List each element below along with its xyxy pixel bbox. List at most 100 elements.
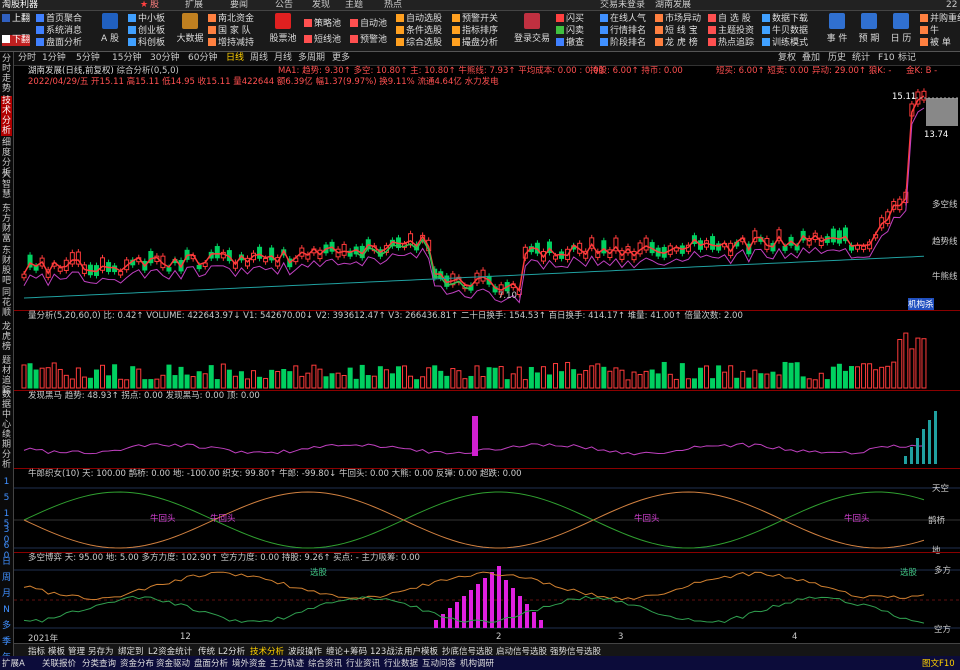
tb-watchlist[interactable]: 自 选 股 xyxy=(708,14,751,25)
calendar-button[interactable]: 日 历 xyxy=(884,11,918,44)
menu-star-icon[interactable]: ★ xyxy=(140,0,148,10)
tb-stage-rank[interactable]: 阶段排名 xyxy=(600,38,646,49)
sb-ext[interactable]: 扩展A xyxy=(2,657,25,669)
period-multi[interactable]: 多 xyxy=(1,621,12,631)
menu-announce[interactable]: 公告 xyxy=(275,0,293,10)
big-data-button[interactable]: 大数据 xyxy=(173,11,207,44)
vtab-technical[interactable]: 技术分析 xyxy=(1,96,12,136)
vtab-intraday[interactable]: 分时走势 xyxy=(1,54,12,94)
tb-abnormal[interactable]: 市场异动 xyxy=(655,14,701,25)
btn-stats[interactable]: 统计 xyxy=(852,52,870,65)
period-5[interactable]: 5 xyxy=(1,493,12,503)
tb-analysis[interactable]: 撮盘分析 xyxy=(452,38,498,49)
menu-hot[interactable]: 热点 xyxy=(384,0,402,10)
tb-sme[interactable]: 中小板 xyxy=(128,14,165,25)
tb-combopick[interactable]: 综合选股 xyxy=(396,38,442,49)
tb-alert-switch[interactable]: 预警开关 xyxy=(452,14,498,25)
sb-industry-news[interactable]: 行业资讯 xyxy=(346,657,380,669)
tb-national[interactable]: 国 家 队 xyxy=(208,26,251,37)
bullbear-chart[interactable] xyxy=(14,564,960,630)
tb-star[interactable]: 科创板 xyxy=(128,38,165,49)
menu-stock[interactable]: 股 xyxy=(150,0,159,10)
sb-research[interactable]: 机构调研 xyxy=(460,657,494,669)
period-weekly[interactable]: 周线 xyxy=(250,52,268,65)
tb-alert[interactable]: 预警池 xyxy=(350,35,387,46)
period-n[interactable]: N xyxy=(1,605,12,615)
tb-cancel[interactable]: 撤查 xyxy=(556,38,584,49)
sb-mainforce[interactable]: 主力轨迹 xyxy=(270,657,304,669)
btn-mark[interactable]: 标记 xyxy=(898,52,916,65)
tb-popularity[interactable]: 在线人气 xyxy=(600,14,646,25)
sb-f10[interactable]: 图文F10 xyxy=(922,657,955,669)
vtab-continue[interactable]: 续期分析 xyxy=(1,430,12,470)
tb-home[interactable]: 首页聚合 xyxy=(36,14,82,25)
menu-discover[interactable]: 发现 xyxy=(312,0,330,10)
tb-market[interactable]: 盘面分析 xyxy=(36,38,82,49)
vtab-dzh[interactable]: 大智慧 xyxy=(1,170,12,200)
period-monthly[interactable]: 月线 xyxy=(274,52,292,65)
vtab-guba[interactable]: 东财股吧 xyxy=(1,246,12,286)
period-15min[interactable]: 15分钟 xyxy=(112,52,141,65)
tb-theme[interactable]: 主题投资 xyxy=(708,26,754,37)
tb-auto[interactable]: 自动池 xyxy=(350,19,387,30)
sb-fund-drive[interactable]: 资金驱动 xyxy=(156,657,190,669)
tb-gem[interactable]: 创业板 xyxy=(128,26,165,37)
vtab-eastmoney[interactable]: 东方财富 xyxy=(1,204,12,244)
vtab-datacenter[interactable]: 数据中心 xyxy=(1,390,12,430)
tb-dragon[interactable]: 龙 虎 榜 xyxy=(655,38,698,49)
btn-overlay[interactable]: 叠加 xyxy=(802,52,820,65)
sb-industry-data[interactable]: 行业数据 xyxy=(384,657,418,669)
sb-qa[interactable]: 互动问答 xyxy=(422,657,456,669)
tb-beidan[interactable]: 被 单 xyxy=(920,38,951,49)
period-60min[interactable]: 60分钟 xyxy=(188,52,217,65)
sb-category[interactable]: 分类查询 xyxy=(82,657,116,669)
sb-fund-dist[interactable]: 资金分布 xyxy=(120,657,154,669)
tb-niu[interactable]: 牛 xyxy=(920,26,939,37)
tb-short[interactable]: 短线池 xyxy=(304,35,341,46)
tb-quickbuy[interactable]: 闪买 xyxy=(556,14,584,25)
period-5min[interactable]: 5分钟 xyxy=(76,52,100,65)
tb-quicksell[interactable]: 闪卖 xyxy=(556,26,584,37)
tb-merger[interactable]: 并购重组 xyxy=(920,14,960,25)
tb-short-treasure[interactable]: 短 线 宝 xyxy=(655,26,698,37)
tb-northsouth[interactable]: 南北资金 xyxy=(208,14,254,25)
tb-strategy[interactable]: 策略池 xyxy=(304,19,341,30)
login-trade-button[interactable]: 登录交易 xyxy=(512,11,552,44)
period-1min[interactable]: 1分钟 xyxy=(42,52,66,65)
expect-button[interactable]: 预 期 xyxy=(852,11,886,44)
main-kline-chart[interactable] xyxy=(14,88,960,310)
login-status[interactable]: 交易未登录 xyxy=(600,0,645,10)
menu-extend[interactable]: 扩展 xyxy=(185,0,203,10)
period-30min[interactable]: 30分钟 xyxy=(150,52,179,65)
period-multi-tab[interactable]: 多周期 xyxy=(298,52,325,65)
period-season[interactable]: 季 xyxy=(1,637,12,647)
menu-topic[interactable]: 主题 xyxy=(345,0,363,10)
tb-autopick[interactable]: 自动选股 xyxy=(396,14,442,25)
tb-holding[interactable]: 增持减持 xyxy=(208,38,254,49)
event-button[interactable]: 事 件 xyxy=(820,11,854,44)
sb-related[interactable]: 关联报价 xyxy=(42,657,76,669)
tb-indicator-sort[interactable]: 指标排序 xyxy=(452,26,498,37)
period-more[interactable]: 更多 xyxy=(332,52,350,65)
period-day[interactable]: 日 xyxy=(1,557,12,567)
volume-chart[interactable] xyxy=(14,322,960,390)
menu-news[interactable]: 要闻 xyxy=(230,0,248,10)
tb-rank[interactable]: 行情排名 xyxy=(600,26,646,37)
sb-foreign[interactable]: 境外资金 xyxy=(232,657,266,669)
sb-news[interactable]: 综合资讯 xyxy=(308,657,342,669)
vtab-ths[interactable]: 同花顺 xyxy=(1,288,12,318)
darkhorse-chart[interactable] xyxy=(14,402,960,468)
btn-history[interactable]: 历史 xyxy=(828,52,846,65)
a-stock-button[interactable]: A 股 xyxy=(93,11,127,44)
tb-hotspot[interactable]: 热点追踪 xyxy=(708,38,754,49)
stock-pool-button[interactable]: 股票池 xyxy=(266,11,300,44)
page-down-button[interactable]: 下翻 xyxy=(2,35,31,46)
sb-market[interactable]: 盘面分析 xyxy=(194,657,228,669)
period-week[interactable]: 周 xyxy=(1,573,12,583)
vtab-lhb[interactable]: 龙虎榜 xyxy=(1,322,12,352)
period-daily[interactable]: 日线 xyxy=(226,52,244,65)
tb-condpick[interactable]: 条件选股 xyxy=(396,26,442,37)
period-intraday[interactable]: 分时 xyxy=(18,52,36,65)
tb-download[interactable]: 数据下载 xyxy=(762,14,808,25)
tb-training[interactable]: 训练模式 xyxy=(762,38,808,49)
